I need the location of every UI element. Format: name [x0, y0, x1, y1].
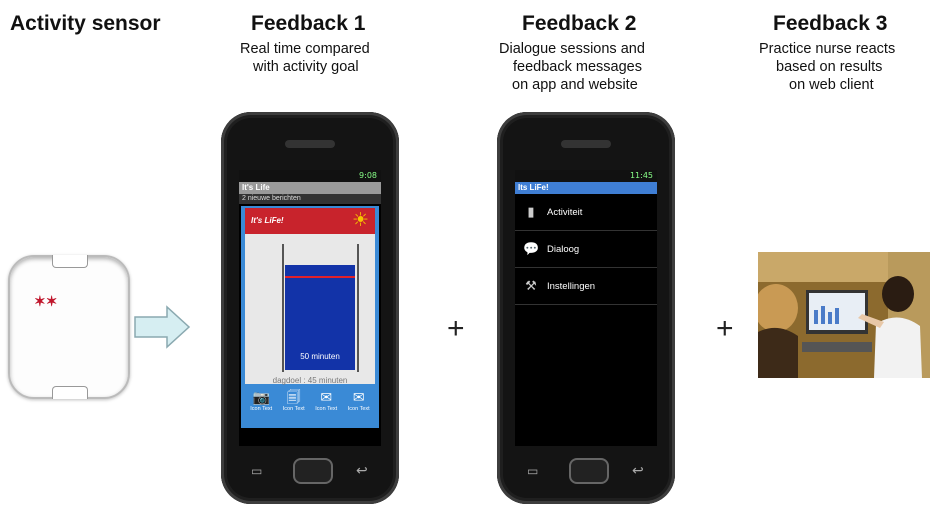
app-shortcut-label: Icon Text — [347, 406, 370, 412]
bar-chart-icon: ▮ — [527, 204, 535, 219]
minutes-label: 50 minuten — [300, 352, 340, 361]
main-menu: ▮ Activiteit 💬 Dialoog ⚒ Instellingen — [515, 194, 657, 305]
smartphone-activity-app: 9:08 It's Life 2 nieuwe berichten It's L… — [221, 112, 399, 504]
app-shortcut[interactable]: ✉ Icon Text — [344, 388, 374, 424]
sensor-logo-icon: ✶✶ — [34, 293, 58, 309]
app-banner: It's LiFe! ☀ — [245, 208, 375, 234]
app-title-bar: It's Life — [239, 182, 381, 194]
activity-sensor-device: ✶✶ — [8, 255, 130, 399]
plus-sign-1: + — [447, 312, 465, 345]
menu-item-dialoog[interactable]: 💬 Dialoog — [515, 231, 657, 268]
app-shortcut-label: Icon Text — [282, 406, 305, 412]
feedback3-line2: based on results — [776, 59, 883, 75]
sensor-clip-bottom — [52, 386, 88, 399]
status-bar: 9:08 — [239, 170, 381, 182]
app-shortcut[interactable]: 📷 Icon Text — [246, 388, 276, 424]
phone-screen: 11:45 Its LiFe! ▮ Activiteit 💬 Dialoog ⚒… — [515, 170, 657, 446]
app-shortcut-label: Icon Text — [250, 406, 273, 412]
sun-icon: ☀ — [351, 210, 369, 231]
camera-icon: 📷 — [252, 389, 270, 405]
feedback2-line3: on app and website — [512, 77, 638, 93]
app-icon-row: 📷 Icon Text 🗐 Icon Text ✉ Icon Text ✉ Icon Text — [245, 388, 375, 424]
phone-screen: 9:08 It's Life 2 nieuwe berichten It's L… — [239, 170, 381, 446]
menu-item-instellingen[interactable]: ⚒ Instellingen — [515, 268, 657, 305]
activity-sensor-title: Activity sensor — [10, 12, 161, 35]
right-arrow-icon — [134, 305, 191, 349]
phone-speaker — [285, 140, 335, 148]
feedback3-line3: on web client — [789, 77, 874, 93]
home-button[interactable] — [293, 458, 333, 484]
feedback3-line1: Practice nurse reacts — [759, 41, 896, 57]
nurse-at-computer-photo — [758, 252, 930, 378]
feedback2-heading: Feedback 2 — [522, 12, 637, 35]
back-key-icon[interactable]: ↩ — [632, 462, 644, 479]
activity-bar-chart: 50 minuten dagdoel : 45 minuten — [245, 234, 375, 385]
menu-item-label: Activiteit — [547, 206, 583, 218]
activity-app-view: It's LiFe! ☀ 50 minuten dagdoel : 45 min… — [241, 206, 379, 428]
mail-icon: ✉ — [320, 389, 333, 405]
app-title-bar: Its LiFe! — [515, 182, 657, 194]
phone-speaker — [561, 140, 611, 148]
chat-bubbles-icon: 💬 — [523, 241, 540, 256]
menu-item-label: Dialoog — [547, 243, 580, 255]
feedback1-line1: Real time compared — [240, 41, 370, 57]
gauge-right-rail — [357, 244, 359, 372]
feedback1-heading: Feedback 1 — [251, 12, 366, 35]
plus-sign-2: + — [716, 312, 734, 345]
app-shortcut[interactable]: ✉ Icon Text — [311, 388, 341, 424]
tools-icon: ⚒ — [525, 278, 537, 293]
app-shortcut[interactable]: 🗐 Icon Text — [279, 388, 309, 424]
smartphone-menu-app: 11:45 Its LiFe! ▮ Activiteit 💬 Dialoog ⚒… — [497, 112, 675, 504]
feedback2-line1: Dialogue sessions and — [499, 41, 645, 57]
feedback3-heading: Feedback 3 — [773, 12, 888, 35]
menu-item-label: Instellingen — [547, 280, 596, 292]
feedback1-line2: with activity goal — [253, 59, 359, 75]
feedback2-line2: feedback messages — [513, 59, 642, 75]
status-bar: 11:45 — [515, 170, 657, 182]
menu-key-icon[interactable]: ▭ — [527, 464, 538, 478]
document-icon: 🗐 — [286, 389, 301, 405]
brand-logo: It's LiFe! — [251, 216, 284, 225]
gauge-left-rail — [282, 244, 284, 372]
sensor-clip-top — [52, 255, 88, 268]
back-key-icon[interactable]: ↩ — [356, 462, 368, 479]
app-shortcut-label: Icon Text — [315, 406, 338, 412]
home-button[interactable] — [569, 458, 609, 484]
menu-key-icon[interactable]: ▭ — [251, 464, 262, 478]
mailbox-icon: ✉ — [352, 389, 365, 405]
goal-marker-line — [285, 275, 355, 278]
notification-bar[interactable]: 2 nieuwe berichten — [239, 194, 381, 204]
daily-goal-label: dagdoel : 45 minuten — [272, 376, 348, 385]
menu-item-activiteit[interactable]: ▮ Activiteit — [515, 194, 657, 231]
